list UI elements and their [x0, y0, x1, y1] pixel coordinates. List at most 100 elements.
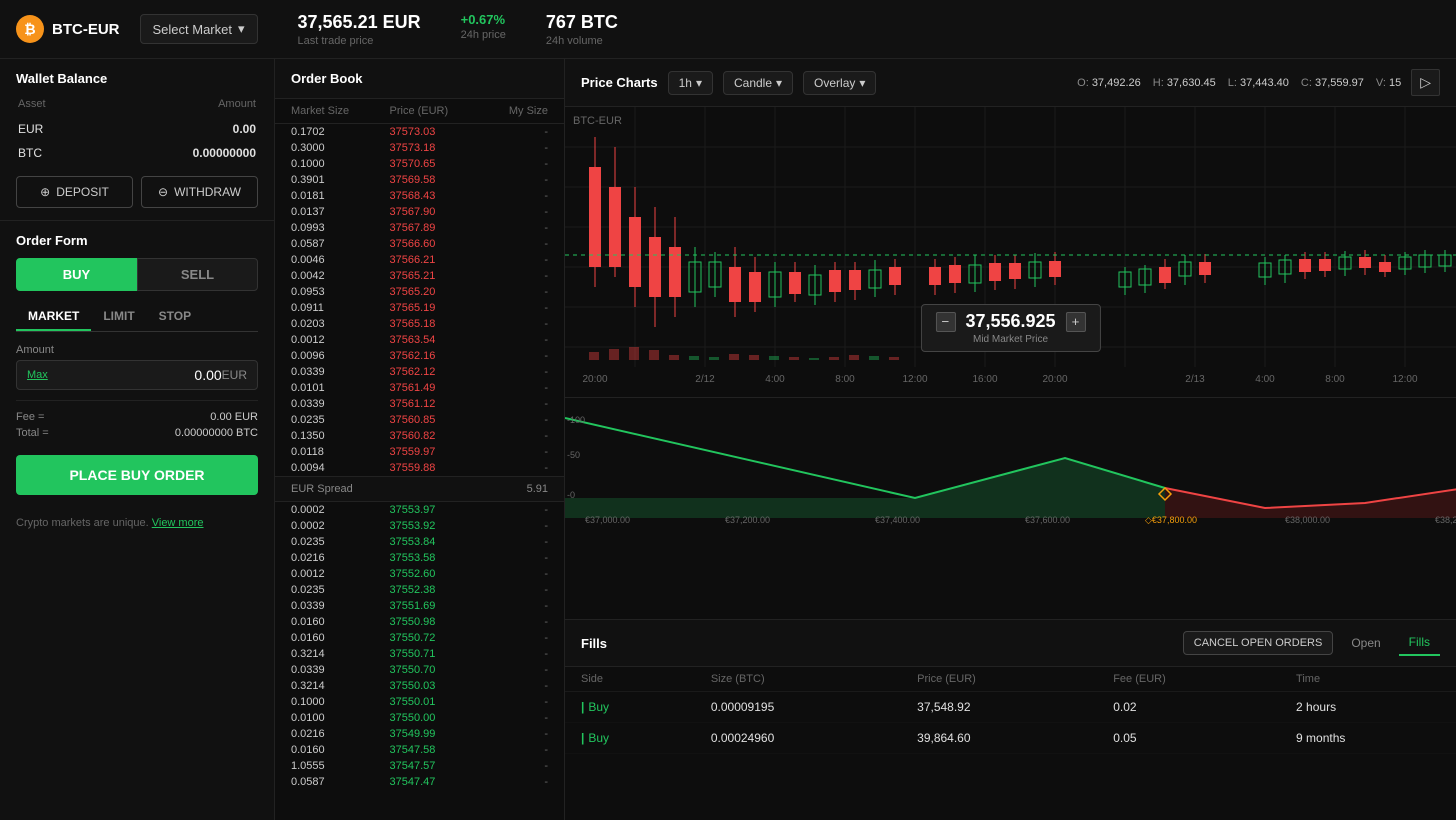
ob-buy-row[interactable]: 0.058737547.47- — [275, 774, 564, 790]
ob-buy-row[interactable]: 0.000237553.97- — [275, 502, 564, 518]
ob-buy-row[interactable]: 0.000237553.92- — [275, 518, 564, 534]
svg-text:€37,000.00: €37,000.00 — [585, 515, 630, 525]
ob-buy-row[interactable]: 0.016037547.58- — [275, 742, 564, 758]
ob-my-size: - — [488, 536, 548, 548]
sell-tab[interactable]: SELL — [137, 258, 258, 291]
ob-price: 37565.19 — [390, 302, 489, 314]
expand-chart-button[interactable]: ▷ — [1411, 69, 1440, 96]
asset-name: BTC — [18, 142, 89, 164]
chart-pair-label: BTC-EUR — [573, 115, 622, 127]
ob-buy-row[interactable]: 0.023537552.38- — [275, 582, 564, 598]
ob-buy-row[interactable]: 1.055537547.57- — [275, 758, 564, 774]
ob-sell-row[interactable]: 0.001237563.54- — [275, 332, 564, 348]
order-book-title: Order Book — [291, 71, 548, 86]
ob-sell-row[interactable]: 0.100037570.65- — [275, 156, 564, 172]
spread-row: EUR Spread 5.91 — [275, 476, 564, 502]
stop-tab[interactable]: STOP — [147, 303, 203, 331]
amount-input[interactable] — [48, 367, 222, 383]
select-market-label: Select Market — [153, 22, 232, 37]
mid-market-plus-button[interactable]: + — [1066, 312, 1086, 332]
market-tab[interactable]: MARKET — [16, 303, 91, 331]
ob-price: 37553.92 — [390, 520, 489, 532]
overlay-dropdown[interactable]: Overlay ▾ — [803, 71, 876, 95]
ob-my-size: - — [488, 142, 548, 154]
open-tab-button[interactable]: Open — [1341, 631, 1390, 655]
withdraw-button[interactable]: ⊖ WITHDRAW — [141, 176, 258, 208]
deposit-button[interactable]: ⊕ DEPOSIT — [16, 176, 133, 208]
fills-time-value: 2 hours — [1280, 692, 1456, 723]
chart-type-dropdown[interactable]: Candle ▾ — [723, 71, 793, 95]
ob-size: 0.0096 — [291, 350, 390, 362]
main-layout: Wallet Balance Asset Amount EUR0.00BTC0.… — [0, 59, 1456, 820]
ob-sell-row[interactable]: 0.099337567.89- — [275, 220, 564, 236]
ob-sell-row[interactable]: 0.009437559.88- — [275, 460, 564, 476]
overlay-value: Overlay — [814, 76, 855, 90]
ob-buy-row[interactable]: 0.016037550.72- — [275, 630, 564, 646]
volume: 767 BTC 24h volume — [546, 12, 618, 47]
ob-buy-row[interactable]: 0.021637549.99- — [275, 726, 564, 742]
ob-sell-row[interactable]: 0.033937561.12- — [275, 396, 564, 412]
timeframe-dropdown[interactable]: 1h ▾ — [668, 71, 713, 95]
svg-text:€37,400.00: €37,400.00 — [875, 515, 920, 525]
limit-tab[interactable]: LIMIT — [91, 303, 146, 331]
svg-text:4:00: 4:00 — [1255, 374, 1275, 385]
ob-my-size: - — [488, 302, 548, 314]
ob-sell-row[interactable]: 0.004237565.21- — [275, 268, 564, 284]
ob-price: 37570.65 — [390, 158, 489, 170]
ob-sell-row[interactable]: 0.058737566.60- — [275, 236, 564, 252]
fills-price-header: Price (EUR) — [901, 667, 1097, 692]
disclaimer: Crypto markets are unique. View more — [0, 507, 274, 539]
ob-buy-row[interactable]: 0.033937550.70- — [275, 662, 564, 678]
ob-my-size: - — [488, 712, 548, 724]
amount-label: Amount — [16, 344, 258, 356]
ob-sell-row[interactable]: 0.135037560.82- — [275, 428, 564, 444]
ob-sell-row[interactable]: 0.170237573.03- — [275, 124, 564, 140]
ob-size: 0.0911 — [291, 302, 390, 314]
ob-buy-row[interactable]: 0.016037550.98- — [275, 614, 564, 630]
fills-table: Side Size (BTC) Price (EUR) Fee (EUR) Ti… — [565, 667, 1456, 754]
ob-size: 0.0339 — [291, 600, 390, 612]
ob-sell-row[interactable]: 0.095337565.20- — [275, 284, 564, 300]
ob-sell-row[interactable]: 0.011837559.97- — [275, 444, 564, 460]
select-market-button[interactable]: Select Market ▾ — [140, 14, 258, 44]
ob-buy-row[interactable]: 0.021637553.58- — [275, 550, 564, 566]
chart-section: Price Charts 1h ▾ Candle ▾ Overlay ▾ O: … — [565, 59, 1456, 620]
ob-buy-row[interactable]: 0.010037550.00- — [275, 710, 564, 726]
ob-sell-row[interactable]: 0.018137568.43- — [275, 188, 564, 204]
ob-sell-row[interactable]: 0.091137565.19- — [275, 300, 564, 316]
ob-my-size: - — [488, 568, 548, 580]
ob-sell-row[interactable]: 0.023537560.85- — [275, 412, 564, 428]
cancel-open-orders-button[interactable]: CANCEL OPEN ORDERS — [1183, 631, 1334, 655]
ob-sell-row[interactable]: 0.390137569.58- — [275, 172, 564, 188]
ob-size: 0.3214 — [291, 680, 390, 692]
ob-buy-row[interactable]: 0.321437550.71- — [275, 646, 564, 662]
fills-tab-button[interactable]: Fills — [1399, 630, 1440, 656]
ob-sell-row[interactable]: 0.009637562.16- — [275, 348, 564, 364]
ob-sell-row[interactable]: 0.033937562.12- — [275, 364, 564, 380]
svg-text:2/13: 2/13 — [1185, 374, 1205, 385]
ob-buy-row[interactable]: 0.033937551.69- — [275, 598, 564, 614]
mid-market-minus-button[interactable]: − — [935, 312, 955, 332]
max-link[interactable]: Max — [27, 369, 48, 381]
asset-table: Asset Amount EUR0.00BTC0.00000000 — [16, 96, 258, 166]
ob-my-size: - — [488, 382, 548, 394]
ob-price: 37550.98 — [390, 616, 489, 628]
ob-buy-row[interactable]: 0.001237552.60- — [275, 566, 564, 582]
ob-size: 0.0993 — [291, 222, 390, 234]
ob-buy-row[interactable]: 0.100037550.01- — [275, 694, 564, 710]
view-more-link[interactable]: View more — [152, 517, 204, 529]
ob-sell-row[interactable]: 0.300037573.18- — [275, 140, 564, 156]
ob-sell-row[interactable]: 0.010137561.49- — [275, 380, 564, 396]
buy-tab[interactable]: BUY — [16, 258, 137, 291]
place-order-button[interactable]: PLACE BUY ORDER — [16, 455, 258, 495]
ob-buy-row[interactable]: 0.023537553.84- — [275, 534, 564, 550]
last-trade-value: 37,565.21 EUR — [298, 12, 421, 33]
ob-sell-row[interactable]: 0.004637566.21- — [275, 252, 564, 268]
fee-label: Fee = — [16, 411, 44, 423]
ob-my-size: - — [488, 696, 548, 708]
ob-sell-row[interactable]: 0.013737567.90- — [275, 204, 564, 220]
ob-buy-row[interactable]: 0.321437550.03- — [275, 678, 564, 694]
ob-sell-row[interactable]: 0.020337565.18- — [275, 316, 564, 332]
ob-price: 37550.03 — [390, 680, 489, 692]
amount-currency: EUR — [222, 368, 247, 382]
